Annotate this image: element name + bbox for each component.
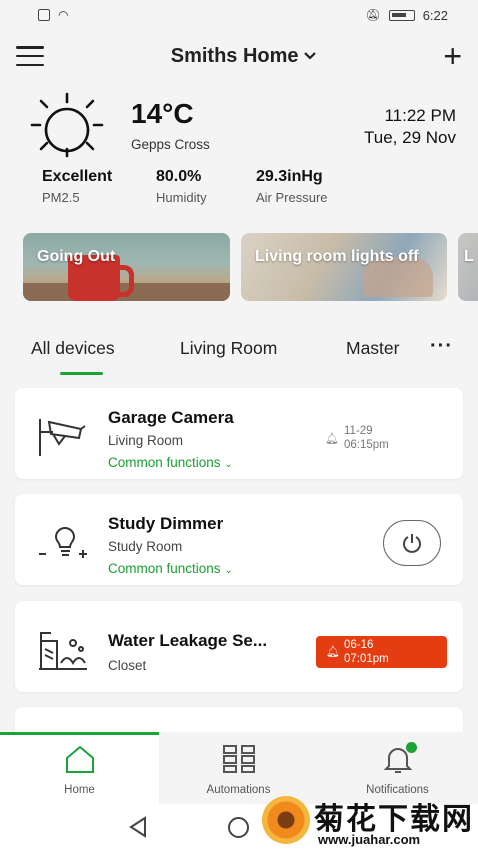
sun-icon [30, 92, 104, 158]
common-functions-link[interactable]: Common functions ⌄ [108, 561, 233, 576]
dimmer-bulb-icon [39, 526, 87, 558]
scene-card-living-room-lights-off[interactable]: Living room lights off [241, 233, 447, 301]
current-time: 11:22 PM [384, 106, 456, 125]
room-tabs: All devices Living Room Master ··· [0, 333, 478, 377]
notification-dot [406, 742, 417, 753]
nav-home[interactable]: Home [0, 732, 159, 804]
bell-icon: 🔔︎ [326, 646, 340, 658]
home-icon [65, 745, 94, 773]
current-date: Tue, 29 Nov [364, 128, 456, 147]
last-event: 11-29 06:15pm [344, 424, 389, 452]
power-icon [403, 534, 421, 553]
scene-label: L [464, 248, 474, 265]
weather-metrics: Excellent PM2.5 80.0% Humidity 29.3inHg … [42, 168, 370, 205]
device-room: Living Room [108, 433, 184, 448]
flower-logo-icon [262, 796, 310, 844]
device-name: Water Leakage Se... [108, 631, 268, 650]
metric-value: 29.3inHg [256, 168, 323, 185]
watermark-url: www.juahar.com [318, 832, 421, 847]
alert-time: 07:01pm [344, 653, 389, 665]
scene-carousel: Going Out Living room lights off L [23, 233, 478, 303]
event-time: 06:15pm [344, 439, 389, 451]
chevron-down-icon [303, 52, 316, 60]
scene-label: Living room lights off [255, 248, 419, 265]
metric-value: 80.0% [156, 168, 202, 185]
temperature: 14°C [131, 98, 194, 129]
alert-badge[interactable]: 🔔︎ 06-16 07:01pm [316, 636, 447, 668]
common-functions-link[interactable]: Common functions ⌄ [108, 455, 233, 470]
tab-all-devices[interactable]: All devices [31, 338, 115, 359]
device-card-water-leakage[interactable]: Water Leakage Se... Closet 🔔︎ 06-16 07:0… [15, 601, 463, 692]
metric-label: PM2.5 [42, 190, 80, 205]
add-icon[interactable]: + [443, 40, 462, 72]
camera-icon [39, 419, 86, 456]
metric-pm25: Excellent PM2.5 [42, 168, 156, 205]
mute-icon: 🔕︎ [365, 8, 381, 22]
system-home-icon[interactable] [228, 817, 249, 838]
chevron-down-icon: ⌄ [224, 565, 233, 576]
nav-label: Home [64, 784, 95, 796]
device-name: Study Dimmer [108, 514, 224, 533]
tab-living-room[interactable]: Living Room [180, 338, 277, 359]
more-tabs-icon[interactable]: ··· [430, 335, 453, 358]
wifi-icon: ◠ [58, 8, 69, 22]
watermark: 菊花下载网 www.juahar.com [258, 792, 478, 850]
scene-card-partial[interactable]: L [458, 233, 478, 301]
metric-label: Humidity [156, 190, 207, 205]
home-title: Smiths Home [170, 44, 299, 67]
chevron-down-icon: ⌄ [224, 459, 233, 470]
battery-icon [388, 9, 415, 21]
event-date: 11-29 [344, 425, 373, 437]
app-header: Smiths Home + [0, 36, 478, 76]
nav-active-indicator [0, 732, 159, 735]
power-toggle-button[interactable] [383, 520, 441, 566]
device-room: Closet [108, 658, 147, 673]
metric-value: Excellent [42, 168, 113, 185]
status-time: 6:22 [422, 7, 448, 23]
alert-date: 06-16 [344, 639, 374, 651]
sim-alert-icon [38, 9, 50, 21]
location: Gepps Cross [131, 137, 210, 152]
scene-card-going-out[interactable]: Going Out [23, 233, 230, 301]
common-functions-label: Common functions [108, 561, 221, 576]
water-leak-icon [39, 632, 87, 670]
device-room: Study Room [108, 539, 183, 554]
device-name: Garage Camera [108, 408, 234, 427]
active-tab-indicator [60, 372, 103, 375]
home-selector[interactable]: Smiths Home [171, 45, 317, 68]
bell-icon: 🔔︎ [325, 433, 339, 445]
tab-master[interactable]: Master [346, 338, 399, 359]
metric-label: Air Pressure [256, 190, 328, 205]
device-card-study-dimmer[interactable]: Study Dimmer Study Room Common functions… [15, 494, 463, 585]
weather-panel: 14°C Gepps Cross 11:22 PM Tue, 29 Nov Ex… [30, 92, 460, 212]
menu-icon[interactable] [16, 46, 44, 66]
scene-label: Going Out [37, 248, 116, 265]
back-icon[interactable] [128, 816, 148, 838]
common-functions-label: Common functions [108, 455, 221, 470]
status-bar: ◠ 🔕︎ 6:22 [0, 0, 478, 30]
device-card-garage-camera[interactable]: Garage Camera Living Room Common functio… [15, 388, 463, 479]
grid-icon [222, 745, 255, 773]
metric-air-pressure: 29.3inHg Air Pressure [256, 168, 370, 205]
metric-humidity: 80.0% Humidity [156, 168, 256, 205]
